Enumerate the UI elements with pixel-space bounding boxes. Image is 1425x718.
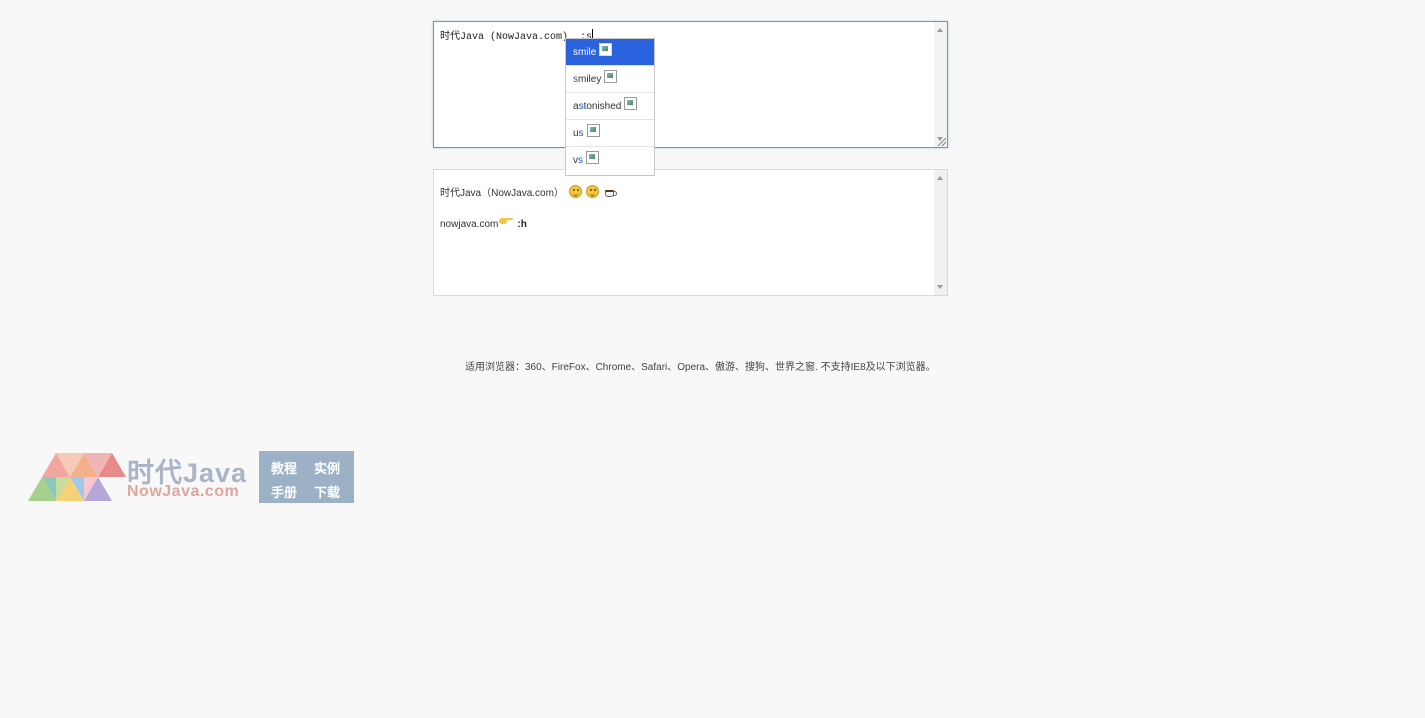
logo-tag-download: 下载 (314, 485, 341, 500)
logo-tag-manual: 手册 (271, 485, 298, 500)
browser-compatibility-note: 适用浏览器：360、FireFox、Chrome、Safari、Opera、傲游… (465, 362, 936, 373)
site-logo[interactable]: 时代Java NowJava.com 教程 实例 手册 下载 (14, 451, 354, 503)
broken-image-icon (586, 151, 599, 164)
emoji-autocomplete-dropdown: smile smiley astonished us vs (565, 38, 655, 176)
scroll-up-icon[interactable] (937, 28, 943, 32)
smiley-emoji-icon (586, 185, 600, 198)
autocomplete-item-astonished[interactable]: astonished (566, 93, 654, 120)
autocomplete-item-smile[interactable]: smile (566, 39, 654, 66)
broken-image-icon (624, 97, 638, 110)
logo-tagline-box: 教程 实例 手册 下载 (259, 451, 354, 503)
broken-image-icon (586, 124, 600, 137)
resize-grip-icon[interactable] (938, 138, 946, 146)
broken-image-icon (604, 70, 618, 83)
editor-scrollbar[interactable] (934, 22, 947, 147)
logo-tag-tutorial: 教程 (271, 461, 298, 476)
scroll-up-icon[interactable] (937, 176, 943, 180)
smile-emoji-icon (568, 185, 582, 198)
scroll-down-icon[interactable] (937, 285, 943, 289)
rendered-preview-box: 时代Java（NowJava.com） nowjava.com:h (433, 169, 948, 296)
autocomplete-item-smiley[interactable]: smiley (566, 66, 654, 93)
autocomplete-item-us[interactable]: us (566, 120, 654, 147)
coffee-emoji-icon (605, 188, 618, 197)
markdown-editor-textarea[interactable]: 时代Java (NowJava.com) :s (433, 21, 948, 148)
preview-line-2: nowjava.com:h (440, 216, 527, 230)
broken-image-icon (599, 43, 613, 56)
autocomplete-item-vs[interactable]: vs (566, 147, 654, 174)
logo-subtitle: NowJava.com (127, 483, 240, 500)
preview-line-1: 时代Java（NowJava.com） (440, 184, 618, 199)
triangle-logo-icon (28, 453, 126, 501)
logo-tag-examples: 实例 (314, 461, 341, 476)
pointing-hand-emoji-icon (499, 216, 514, 224)
preview-scrollbar[interactable] (934, 170, 947, 295)
